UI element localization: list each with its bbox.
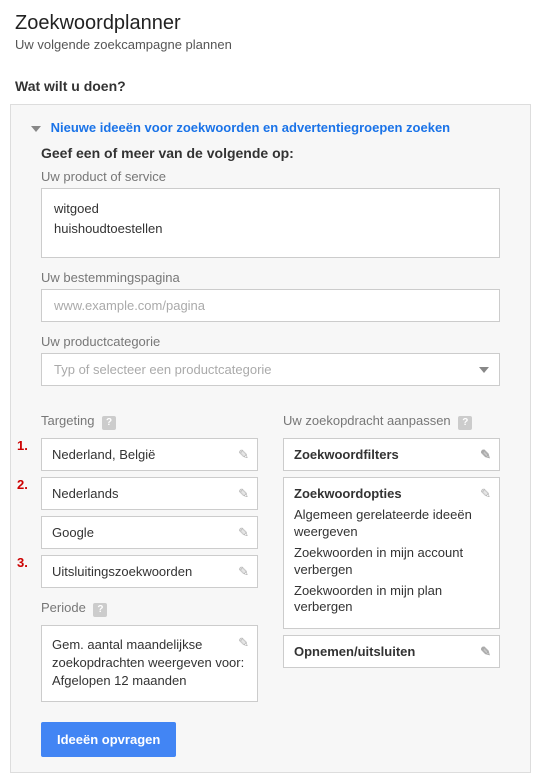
product-label: Uw product of service bbox=[41, 169, 500, 184]
network-box[interactable]: Google ✎ bbox=[41, 516, 258, 549]
chevron-down-icon bbox=[479, 367, 489, 373]
landing-label: Uw bestemmingspagina bbox=[41, 270, 500, 285]
periode-title-text: Periode bbox=[41, 600, 86, 615]
panel-link[interactable]: Nieuwe ideeën voor zoekwoorden en advert… bbox=[51, 120, 451, 135]
collapse-arrow-icon[interactable] bbox=[31, 126, 41, 132]
question-heading: Wat wilt u doen? bbox=[0, 60, 541, 104]
option-item: Algemeen gerelateerde ideeën weergeven bbox=[294, 507, 489, 541]
customize-title: Uw zoekopdracht aanpassen ? bbox=[283, 413, 500, 430]
pencil-icon[interactable]: ✎ bbox=[480, 486, 491, 502]
include-box[interactable]: Opnemen/uitsluiten ✎ bbox=[283, 635, 500, 668]
filters-value: Zoekwoordfilters bbox=[294, 447, 399, 462]
include-value: Opnemen/uitsluiten bbox=[294, 644, 415, 659]
category-label: Uw productcategorie bbox=[41, 334, 500, 349]
language-box[interactable]: Nederlands ✎ bbox=[41, 477, 258, 510]
targeting-title-text: Targeting bbox=[41, 413, 94, 428]
options-box[interactable]: ✎ Zoekwoordopties Algemeen gerelateerde … bbox=[283, 477, 500, 629]
pencil-icon[interactable]: ✎ bbox=[238, 564, 249, 580]
negative-box[interactable]: Uitsluitingszoekwoorden ✎ bbox=[41, 555, 258, 588]
option-item: Zoekwoorden in mijn plan verbergen bbox=[294, 583, 489, 617]
pencil-icon[interactable]: ✎ bbox=[238, 447, 249, 463]
annotation-3: 3. bbox=[17, 555, 28, 570]
pencil-icon[interactable]: ✎ bbox=[480, 644, 491, 660]
language-value: Nederlands bbox=[52, 486, 119, 501]
pencil-icon[interactable]: ✎ bbox=[480, 447, 491, 463]
option-item: Zoekwoorden in mijn account verbergen bbox=[294, 545, 489, 579]
targeting-title: Targeting ? bbox=[41, 413, 258, 430]
main-panel: Nieuwe ideeën voor zoekwoorden en advert… bbox=[10, 104, 531, 773]
options-title: Zoekwoordopties bbox=[294, 486, 489, 501]
landing-input[interactable]: www.example.com/pagina bbox=[41, 289, 500, 322]
submit-button[interactable]: Ideeën opvragen bbox=[41, 722, 176, 757]
pencil-icon[interactable]: ✎ bbox=[238, 486, 249, 502]
section-title: Geef een of meer van de volgende op: bbox=[11, 145, 530, 169]
periode-text: Gem. aantal maandelijkse zoekopdrachten … bbox=[52, 637, 244, 688]
category-select[interactable]: Typ of selecteer een productcategorie bbox=[41, 353, 500, 386]
annotation-2: 2. bbox=[17, 477, 28, 492]
page-title: Zoekwoordplanner bbox=[15, 12, 526, 35]
help-icon[interactable]: ? bbox=[93, 603, 107, 617]
periode-box[interactable]: Gem. aantal maandelijkse zoekopdrachten … bbox=[41, 625, 258, 702]
help-icon[interactable]: ? bbox=[102, 416, 116, 430]
annotation-1: 1. bbox=[17, 438, 28, 453]
pencil-icon[interactable]: ✎ bbox=[238, 525, 249, 541]
network-value: Google bbox=[52, 525, 94, 540]
location-box[interactable]: Nederland, België ✎ bbox=[41, 438, 258, 471]
periode-title: Periode ? bbox=[41, 600, 258, 617]
negative-value: Uitsluitingszoekwoorden bbox=[52, 564, 192, 579]
page-subtitle: Uw volgende zoekcampagne plannen bbox=[15, 37, 526, 52]
pencil-icon[interactable]: ✎ bbox=[238, 634, 249, 652]
location-value: Nederland, België bbox=[52, 447, 155, 462]
help-icon[interactable]: ? bbox=[458, 416, 472, 430]
customize-title-text: Uw zoekopdracht aanpassen bbox=[283, 413, 451, 428]
category-placeholder: Typ of selecteer een productcategorie bbox=[54, 362, 272, 377]
product-input[interactable]: witgoed huishoudtoestellen bbox=[41, 188, 500, 258]
filters-box[interactable]: Zoekwoordfilters ✎ bbox=[283, 438, 500, 471]
